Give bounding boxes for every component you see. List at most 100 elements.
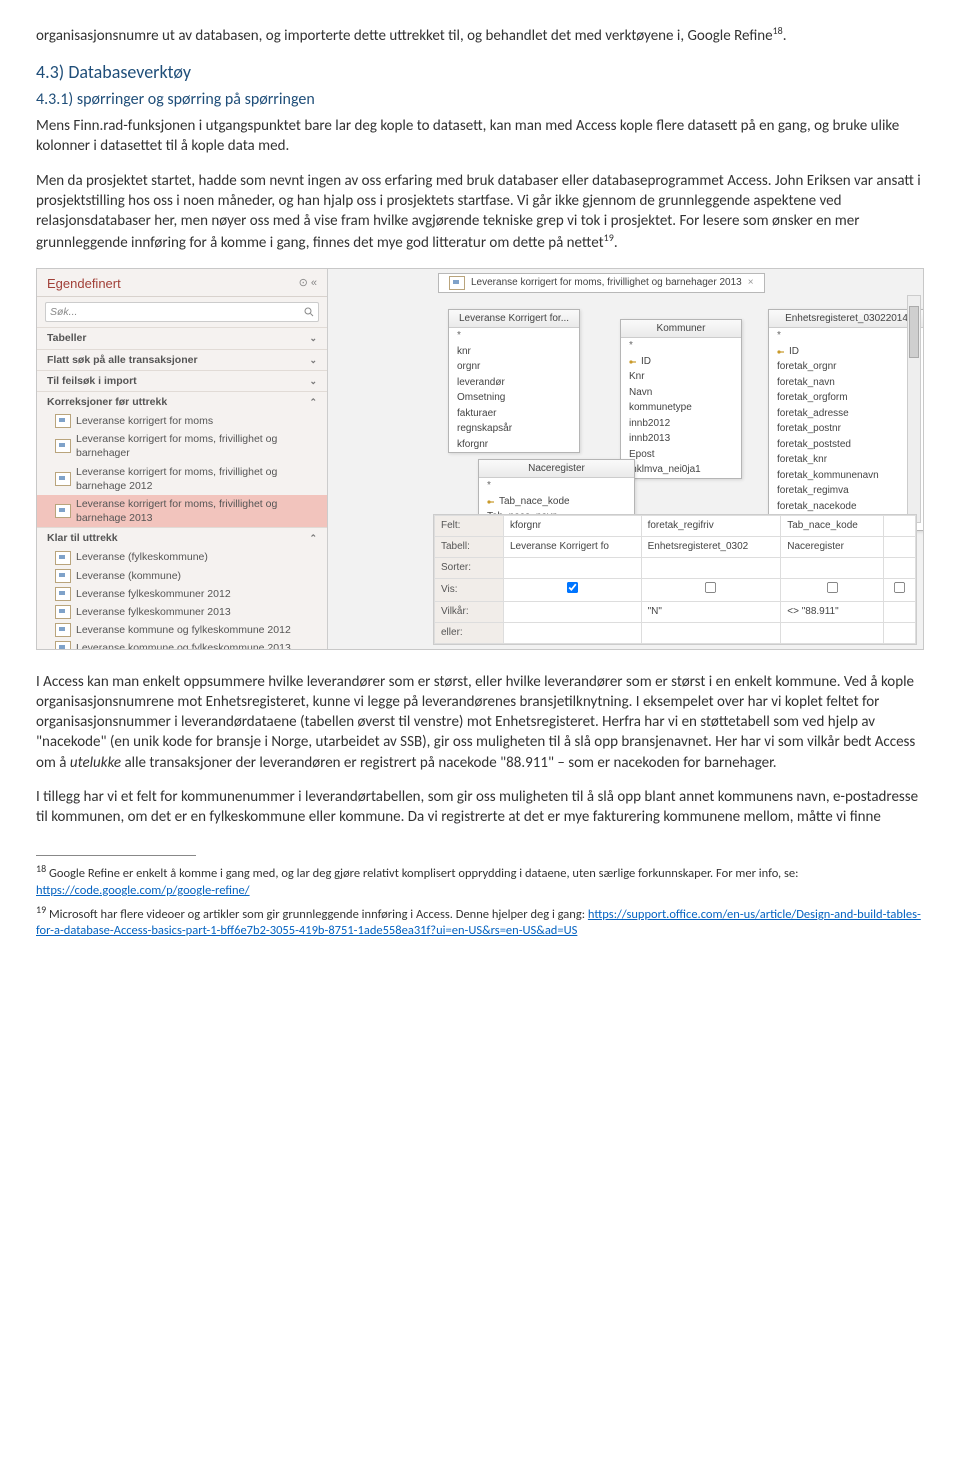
grid-cell[interactable]: [884, 558, 916, 579]
query-icon: [55, 569, 71, 583]
emphasis: utelukke: [70, 754, 121, 772]
grid-cell-checkbox[interactable]: [504, 579, 642, 602]
grid-cell[interactable]: [504, 622, 642, 643]
grid-label: Felt:: [435, 516, 504, 537]
query-design-canvas: Leveranse korrigert for moms, frivilligh…: [328, 269, 923, 649]
nav-query-item[interactable]: Leveranse korrigert for moms, frivilligh…: [37, 463, 327, 495]
text: Microsoft har flere videoer og artikler …: [46, 907, 588, 922]
nav-group[interactable]: Flatt søk på alle transaksjoner⌄: [37, 349, 327, 370]
chevron-icon: ⌄: [309, 354, 317, 366]
search-input[interactable]: Søk...: [45, 302, 319, 322]
nav-group[interactable]: Korreksjoner før uttrekk⌃: [37, 391, 327, 412]
footnote: 19 Microsoft har flere videoer og artikl…: [36, 903, 924, 940]
object-tab[interactable]: Leveranse korrigert for moms, frivilligh…: [438, 273, 765, 293]
grid-cell[interactable]: <> "88.911": [781, 601, 884, 622]
grid-cell[interactable]: Tab_nace_kode: [781, 516, 884, 537]
grid-cell[interactable]: foretak_regifriv: [641, 516, 781, 537]
nav-group[interactable]: Klar til uttrekk⌃: [37, 527, 327, 548]
table-box-title: Naceregister: [479, 460, 634, 479]
nav-query-item[interactable]: Leveranse kommune og fylkeskommune 2013: [37, 639, 327, 648]
footnote-number: 18: [36, 862, 46, 875]
grid-cell[interactable]: [504, 601, 642, 622]
nav-query-item[interactable]: Leveranse fylkeskommuner 2012: [37, 585, 327, 603]
nav-group[interactable]: Tabeller⌄: [37, 327, 327, 348]
query-icon: [55, 551, 71, 565]
scrollbar[interactable]: [907, 295, 921, 523]
footnote-separator: [36, 855, 196, 856]
grid-label: Tabell:: [435, 537, 504, 558]
grid-cell[interactable]: [641, 622, 781, 643]
tab-label: Leveranse korrigert for moms, frivilligh…: [471, 276, 742, 290]
grid-cell[interactable]: [641, 558, 781, 579]
grid-cell-checkbox[interactable]: [781, 579, 884, 602]
text: .: [614, 234, 618, 252]
grid-cell[interactable]: kforgnr: [504, 516, 642, 537]
grid-cell[interactable]: [504, 558, 642, 579]
nav-query-item[interactable]: Leveranse (fylkeskommune): [37, 548, 327, 566]
show-checkbox[interactable]: [705, 582, 716, 593]
grid-label: eller:: [435, 622, 504, 643]
table-box-kommuner[interactable]: Kommuner * ID Knr Navn kommunetype innb2…: [620, 319, 742, 479]
nav-group[interactable]: Til feilsøk i import⌄: [37, 370, 327, 391]
paragraph: organisasjonsnumre ut av databasen, og i…: [36, 24, 924, 46]
query-icon: [55, 587, 71, 601]
grid-cell[interactable]: [781, 622, 884, 643]
grid-cell[interactable]: [781, 558, 884, 579]
show-checkbox[interactable]: [827, 582, 838, 593]
nav-body: Tabeller⌄ Flatt søk på alle transaksjone…: [37, 327, 327, 648]
footnote-number: 19: [36, 903, 46, 916]
search-placeholder: Søk...: [50, 305, 77, 319]
paragraph: I Access kan man enkelt oppsummere hvilk…: [36, 672, 924, 773]
grid-label: Vis:: [435, 579, 504, 602]
table-box-title: Kommuner: [621, 320, 741, 339]
paragraph: Mens Finn.rad-funksjonen i utgangspunkte…: [36, 116, 924, 157]
footnote-ref: 18: [773, 24, 783, 37]
grid-cell-checkbox[interactable]: [641, 579, 781, 602]
grid-cell[interactable]: "N": [641, 601, 781, 622]
nav-query-item[interactable]: Leveranse korrigert for moms, frivilligh…: [37, 430, 327, 462]
grid-cell[interactable]: Enhetsregisteret_0302: [641, 537, 781, 558]
grid-cell[interactable]: Leveranse Korrigert fo: [504, 537, 642, 558]
grid-cell[interactable]: [884, 537, 916, 558]
nav-query-item[interactable]: Leveranse (kommune): [37, 567, 327, 585]
footnote-ref: 19: [604, 231, 614, 244]
close-icon[interactable]: ×: [748, 276, 754, 290]
grid-cell[interactable]: Naceregister: [781, 537, 884, 558]
nav-title-text: Egendefinert: [47, 275, 121, 293]
chevron-icon: ⌄: [309, 375, 317, 387]
nav-pane-header[interactable]: Egendefinert ⊙ «: [37, 269, 327, 298]
grid-cell[interactable]: [884, 516, 916, 537]
text: Google Refine er enkelt å komme i gang m…: [46, 867, 798, 882]
query-design-grid[interactable]: Felt: kforgnr foretak_regifriv Tab_nace_…: [433, 514, 917, 645]
show-checkbox[interactable]: [894, 582, 905, 593]
paragraph: Men da prosjektet startet, hadde som nev…: [36, 171, 924, 254]
text: organisasjonsnumre ut av databasen, og i…: [36, 27, 773, 45]
query-icon: [55, 504, 71, 518]
nav-query-item[interactable]: Leveranse korrigert for moms: [37, 412, 327, 430]
table-box-enhetsregisteret[interactable]: Enhetsregisteret_03022014 * ID foretak_o…: [768, 309, 924, 531]
query-icon: [55, 641, 71, 648]
chevron-icon: ⌄: [309, 332, 317, 344]
nav-query-item[interactable]: Leveranse kommune og fylkeskommune 2012: [37, 621, 327, 639]
nav-query-item-selected[interactable]: Leveranse korrigert for moms, frivilligh…: [37, 495, 327, 527]
grid-cell[interactable]: [884, 601, 916, 622]
chevron-up-icon: ⌃: [309, 396, 317, 408]
query-icon: [449, 276, 465, 290]
key-icon: [629, 357, 637, 365]
text: Men da prosjektet startet, hadde som nev…: [36, 172, 921, 253]
grid-label: Vilkår:: [435, 601, 504, 622]
paragraph: I tillegg har vi et felt for kommunenumm…: [36, 787, 924, 828]
nav-query-item[interactable]: Leveranse fylkeskommuner 2013: [37, 603, 327, 621]
scroll-thumb[interactable]: [909, 306, 919, 358]
table-box-title: Enhetsregisteret_03022014: [769, 310, 924, 329]
query-icon: [55, 623, 71, 637]
text: .: [783, 27, 787, 45]
chevron-up-icon: ⌃: [309, 532, 317, 544]
grid-label: Sorter:: [435, 558, 504, 579]
show-checkbox[interactable]: [567, 582, 578, 593]
grid-cell-checkbox[interactable]: [884, 579, 916, 602]
grid-cell[interactable]: [884, 622, 916, 643]
table-box-leveranse[interactable]: Leveranse Korrigert for... * knr orgnr l…: [448, 309, 580, 454]
nav-collapse-icon[interactable]: ⊙ «: [299, 276, 317, 291]
footnote-link[interactable]: https://code.google.com/p/google-refine/: [36, 883, 250, 898]
